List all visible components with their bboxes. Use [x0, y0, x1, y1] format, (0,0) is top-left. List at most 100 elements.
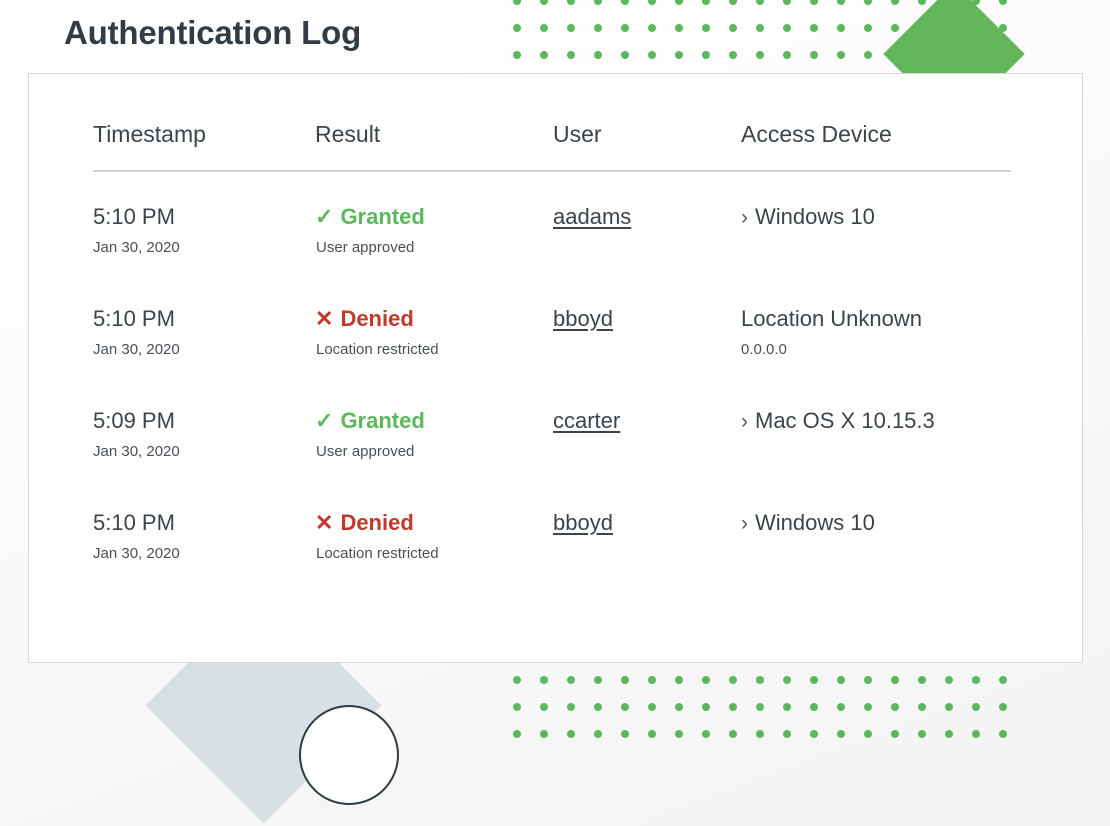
table-row[interactable]: 5:10 PMJan 30, 2020✓GrantedUser approved… — [93, 171, 1011, 306]
column-header-device: Access Device — [741, 121, 1011, 171]
decor-dot — [756, 51, 764, 59]
decor-dot — [891, 0, 899, 5]
decor-dot — [621, 0, 629, 5]
decor-dot — [999, 730, 1007, 738]
decor-dot — [594, 703, 602, 711]
check-icon: ✓ — [315, 408, 333, 434]
timestamp-date: Jan 30, 2020 — [93, 442, 315, 462]
decor-dot — [783, 51, 791, 59]
decor-dot — [945, 703, 953, 711]
decor-dot — [648, 730, 656, 738]
decor-dot — [891, 676, 899, 684]
cell-timestamp: 5:10 PMJan 30, 2020 — [93, 510, 315, 612]
decor-dot — [540, 730, 548, 738]
status-detail: User approved — [315, 442, 553, 462]
decor-dot — [837, 24, 845, 32]
decor-dot — [702, 676, 710, 684]
cell-user: aadams — [553, 171, 741, 306]
decor-dot — [810, 24, 818, 32]
auth-log-card: Timestamp Result User Access Device 5:10… — [28, 73, 1083, 663]
status-badge: ✓Granted — [315, 408, 553, 434]
timestamp-date: Jan 30, 2020 — [93, 544, 315, 564]
cell-device: Location Unknown0.0.0.0 — [741, 306, 1011, 408]
cross-icon: ✕ — [315, 510, 333, 536]
decor-dot — [756, 676, 764, 684]
device-ip: 0.0.0.0 — [741, 340, 1011, 360]
decor-dot — [540, 703, 548, 711]
decor-dot — [729, 0, 737, 5]
device-row[interactable]: ›Windows 10 — [741, 510, 1011, 537]
decor-dot — [540, 24, 548, 32]
decor-dot — [999, 24, 1007, 32]
timestamp-date: Jan 30, 2020 — [93, 340, 315, 360]
device-row[interactable]: ›Mac OS X 10.15.3 — [741, 408, 1011, 435]
cell-user: ccarter — [553, 408, 741, 510]
table-row[interactable]: 5:10 PMJan 30, 2020✕DeniedLocation restr… — [93, 306, 1011, 408]
decor-dot — [891, 51, 899, 59]
decor-dot — [810, 0, 818, 5]
cell-device: ›Mac OS X 10.15.3 — [741, 408, 1011, 510]
decor-dot — [756, 0, 764, 5]
decor-dot — [810, 730, 818, 738]
decor-dot — [540, 51, 548, 59]
decor-dot — [621, 24, 629, 32]
status-detail: Location restricted — [315, 340, 553, 360]
decor-dot — [567, 730, 575, 738]
decor-dot — [675, 676, 683, 684]
decor-dot — [621, 51, 629, 59]
device-row[interactable]: ›Windows 10 — [741, 204, 1011, 231]
decor-dot — [513, 0, 521, 5]
decor-dot — [567, 24, 575, 32]
cell-device: ›Windows 10 — [741, 171, 1011, 306]
decor-dot — [729, 24, 737, 32]
decor-dot — [756, 24, 764, 32]
chevron-right-icon[interactable]: › — [741, 511, 755, 537]
decor-dot — [567, 676, 575, 684]
status-detail: Location restricted — [315, 544, 553, 564]
chevron-right-icon[interactable]: › — [741, 409, 755, 435]
table-row[interactable]: 5:09 PMJan 30, 2020✓Granted User approved… — [93, 408, 1011, 510]
decor-dot — [594, 730, 602, 738]
device-label: Mac OS X 10.15.3 — [755, 408, 935, 434]
decor-dot — [675, 24, 683, 32]
decor-dot — [864, 676, 872, 684]
decor-dot — [837, 730, 845, 738]
decor-dot — [567, 0, 575, 5]
decor-dot — [621, 703, 629, 711]
cell-result: ✕DeniedLocation restricted — [315, 306, 553, 408]
cell-timestamp: 5:09 PMJan 30, 2020 — [93, 408, 315, 510]
decor-dot — [594, 24, 602, 32]
decor-dot — [756, 730, 764, 738]
decor-dot — [729, 703, 737, 711]
cell-user: bboyd — [553, 510, 741, 612]
user-link[interactable]: bboyd — [553, 510, 613, 535]
decor-dot — [891, 24, 899, 32]
table-row[interactable]: 5:10 PMJan 30, 2020✕Denied Location restr… — [93, 510, 1011, 612]
decor-dot — [783, 24, 791, 32]
decor-dot — [783, 676, 791, 684]
decor-dot — [972, 24, 980, 32]
decor-dot — [837, 0, 845, 5]
decor-dot — [864, 703, 872, 711]
decor-dot — [972, 730, 980, 738]
decor-dot — [675, 730, 683, 738]
decor-dot — [837, 703, 845, 711]
chevron-right-icon[interactable]: › — [741, 205, 755, 231]
user-link[interactable]: aadams — [553, 204, 631, 229]
page-title: Authentication Log — [64, 14, 361, 52]
user-link[interactable]: ccarter — [553, 408, 620, 433]
decor-dot — [918, 730, 926, 738]
decor-dot — [729, 51, 737, 59]
decor-dot — [513, 676, 521, 684]
decor-dot — [972, 51, 980, 59]
cell-timestamp: 5:10 PMJan 30, 2020 — [93, 306, 315, 408]
decor-dot — [918, 676, 926, 684]
status-detail: User approved — [315, 238, 553, 258]
column-header-result: Result — [315, 121, 553, 171]
status-badge: ✕Denied — [315, 510, 553, 536]
user-link[interactable]: bboyd — [553, 306, 613, 331]
decor-dot — [783, 703, 791, 711]
decor-dot — [594, 51, 602, 59]
status-label: Granted — [340, 204, 424, 229]
cell-result: ✓Granted User approved — [315, 408, 553, 510]
